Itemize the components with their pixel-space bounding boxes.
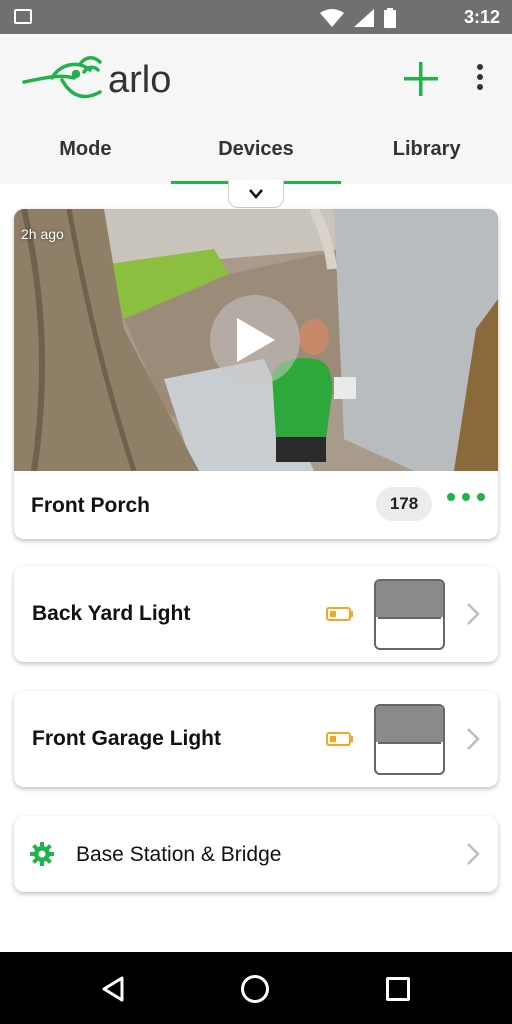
chevron-right-icon[interactable] (466, 842, 480, 866)
play-button[interactable] (210, 295, 300, 385)
light-thumbnail[interactable] (374, 704, 445, 775)
tab-library[interactable]: Library (341, 128, 512, 184)
camera-name: Front Porch (31, 494, 150, 517)
home-icon[interactable] (241, 975, 269, 1003)
status-icons (320, 8, 396, 28)
dot (447, 493, 455, 501)
chevron-down-icon (249, 188, 263, 199)
light-thumbnail-top (376, 581, 443, 617)
back-icon[interactable] (100, 976, 126, 1002)
base-station-name: Base Station & Bridge (76, 843, 282, 866)
chevron-right-icon[interactable] (466, 727, 480, 751)
camera-card-front-porch[interactable]: 2h ago Front Porch 178 (14, 209, 498, 539)
camera-snapshot[interactable]: 2h ago (14, 209, 498, 471)
dot (477, 493, 485, 501)
wifi-icon (320, 9, 344, 27)
app-header: arlo Mode Devices Library (0, 34, 512, 184)
gear-icon (30, 842, 54, 866)
low-battery-icon (326, 607, 353, 621)
system-nav-bar (0, 952, 512, 1024)
light-thumbnail-bottom (378, 742, 441, 771)
image-icon (14, 9, 32, 24)
arlo-logo: arlo (22, 56, 171, 101)
logo-wordmark: arlo (108, 59, 171, 101)
status-time: 3:12 (463, 7, 500, 27)
snapshot-time-ago: 2h ago (21, 226, 64, 242)
light-thumbnail-top (376, 706, 443, 742)
dot (462, 493, 470, 501)
device-name: Front Garage Light (32, 727, 221, 750)
low-battery-icon (326, 732, 353, 746)
status-bar: 3:12 (0, 0, 512, 34)
more-horiz-icon[interactable] (447, 493, 485, 501)
base-station-card[interactable]: Base Station & Bridge (14, 816, 498, 892)
tab-mode[interactable]: Mode (0, 128, 171, 184)
play-icon (237, 318, 275, 362)
devices-list: 2h ago Front Porch 178 Back Yard Light F… (0, 180, 512, 952)
collapse-handle[interactable] (228, 180, 284, 208)
tab-bar: Mode Devices Library (0, 128, 512, 184)
chevron-right-icon[interactable] (466, 602, 480, 626)
recents-icon[interactable] (386, 977, 410, 1001)
device-name: Back Yard Light (32, 602, 191, 625)
signal-icon (354, 9, 374, 27)
light-thumbnail[interactable] (374, 579, 445, 650)
tab-devices[interactable]: Devices (170, 128, 342, 184)
more-vert-icon[interactable] (470, 59, 490, 99)
device-card-front-garage-light[interactable]: Front Garage Light (14, 691, 498, 787)
battery-icon (384, 8, 396, 28)
add-icon[interactable] (398, 56, 444, 102)
clip-count-badge[interactable]: 178 (376, 487, 432, 521)
device-card-back-yard-light[interactable]: Back Yard Light (14, 566, 498, 662)
light-thumbnail-bottom (378, 617, 441, 646)
